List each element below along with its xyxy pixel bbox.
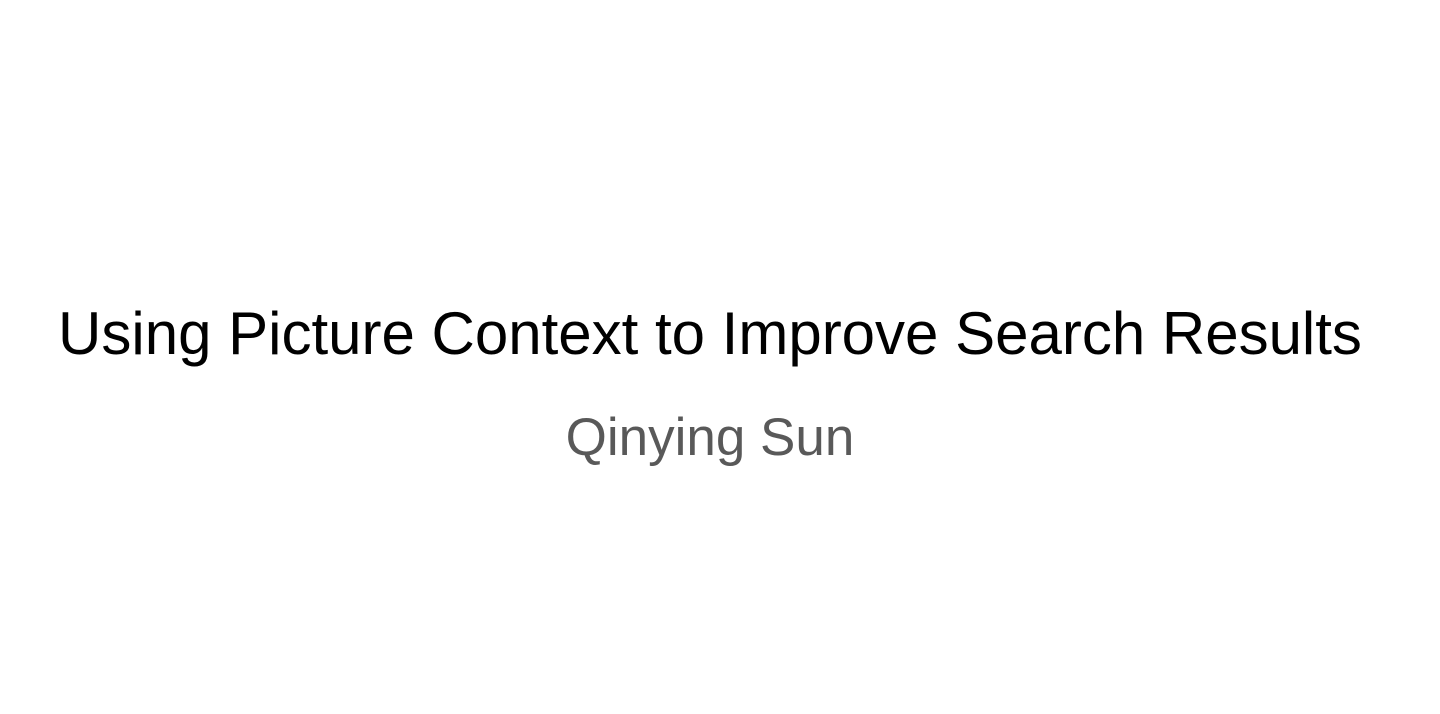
slide-title: Using Picture Context to Improve Search … bbox=[58, 300, 1362, 367]
slide-subtitle: Qinying Sun bbox=[565, 408, 855, 467]
title-slide: Using Picture Context to Improve Search … bbox=[0, 0, 1440, 714]
